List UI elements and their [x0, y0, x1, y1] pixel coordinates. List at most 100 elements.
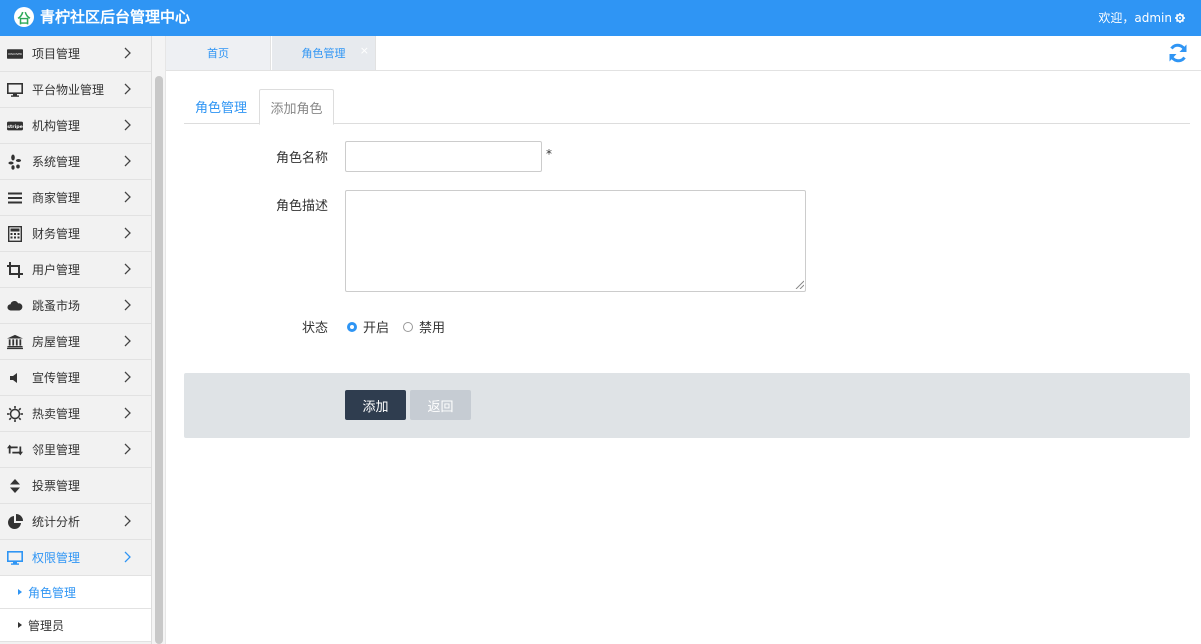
sidebar-item-statistics[interactable]: 统计分析 [0, 504, 151, 540]
sidebar-item-label: 宣传管理 [32, 371, 81, 385]
user-menu[interactable]: 欢迎，admin [1098, 10, 1185, 26]
chevron-right-icon [124, 299, 131, 311]
discover-card-icon: DISCOVER [7, 46, 23, 62]
sidebar-item-label: 统计分析 [32, 515, 81, 529]
status-disable-label[interactable]: 禁用 [419, 317, 445, 336]
app-title: 青柠社区后台管理中心 [40, 8, 191, 26]
close-icon[interactable]: × [360, 45, 369, 57]
sidebar-item-project[interactable]: DISCOVER 项目管理 [0, 36, 151, 72]
tab-home[interactable]: 首页 [166, 36, 271, 70]
logo: 㕣 [14, 7, 34, 27]
chevron-right-icon [124, 515, 131, 527]
sidebar-item-flea-market[interactable]: 跳蚤市场 [0, 288, 151, 324]
welcome-text: 欢迎，admin [1098, 11, 1172, 25]
sidebar-item-label: 用户管理 [32, 263, 81, 277]
sidebar-item-organization[interactable]: stripe 机构管理 [0, 108, 151, 144]
sidebar-item-label: 权限管理 [32, 551, 81, 565]
sidebar-item-system[interactable]: 系统管理 [0, 144, 151, 180]
volume-icon [7, 370, 23, 386]
svg-text:DISCOVER: DISCOVER [8, 52, 22, 56]
status-enable-label[interactable]: 开启 [363, 317, 389, 336]
resize-handle-icon[interactable] [794, 279, 804, 289]
sort-icon [7, 478, 23, 494]
sidebar-item-property[interactable]: 平台物业管理 [0, 72, 151, 108]
stripe-icon: stripe [7, 118, 23, 134]
chevron-right-icon [124, 551, 131, 563]
sidebar-subitem-administrators[interactable]: 管理员 [0, 609, 151, 642]
gear-icon[interactable] [1175, 13, 1185, 23]
chevron-right-icon [124, 227, 131, 239]
chevron-right-icon [124, 407, 131, 419]
chevron-right-icon [124, 119, 131, 131]
monitor-icon [7, 82, 23, 98]
sidebar-menu: DISCOVER 项目管理 平台物业管理 stripe 机构管理 系统管理 商家… [0, 36, 152, 644]
sidebar-subitem-role-management[interactable]: 角色管理 [0, 576, 151, 609]
sidebar-item-hot-sale[interactable]: 热卖管理 [0, 396, 151, 432]
sidebar-item-merchant[interactable]: 商家管理 [0, 180, 151, 216]
list-icon [7, 190, 23, 206]
sidebar-item-housing[interactable]: 房屋管理 [0, 324, 151, 360]
app-header: 㕣 青柠社区后台管理中心 欢迎，admin [0, 0, 1201, 36]
main-content: 角色管理 添加角色 角色名称 * 角色描述 状态 开启 禁用 添加 返回 [184, 72, 1190, 644]
caret-right-icon [18, 622, 22, 628]
calculator-icon [7, 225, 23, 242]
role-name-input[interactable] [345, 141, 542, 172]
sidebar-item-label: 跳蚤市场 [32, 299, 81, 313]
yelp-icon [7, 154, 23, 170]
chevron-right-icon [124, 443, 131, 455]
scrollbar-thumb[interactable] [155, 76, 163, 644]
chevron-right-icon [124, 47, 131, 59]
sidebar-item-label: 平台物业管理 [32, 83, 105, 97]
subtab-role-management[interactable]: 角色管理 [184, 89, 258, 124]
add-button[interactable]: 添加 [345, 390, 406, 420]
svg-text:stripe: stripe [7, 123, 23, 129]
tab-role-management[interactable]: 角色管理 × [272, 36, 376, 70]
sidebar-item-label: 项目管理 [32, 47, 81, 61]
sidebar-item-label: 热卖管理 [32, 407, 81, 421]
sidebar-scrollbar[interactable] [152, 36, 166, 644]
chevron-right-icon [124, 191, 131, 203]
cloud-icon [7, 298, 23, 314]
sidebar-item-label: 房屋管理 [32, 335, 81, 349]
status-radio-group: 开启 禁用 [347, 317, 459, 336]
chevron-right-icon [124, 155, 131, 167]
sidebar-item-label: 投票管理 [32, 479, 81, 493]
subtab-label: 添加角色 [270, 101, 323, 117]
sidebar-item-label: 邻里管理 [32, 443, 81, 457]
subtab-add-role[interactable]: 添加角色 [259, 89, 334, 125]
status-label: 状态 [301, 321, 328, 336]
sidebar-item-finance[interactable]: 财务管理 [0, 216, 151, 252]
role-name-label: 角色名称 [275, 151, 328, 166]
caret-right-icon [18, 589, 22, 595]
back-button[interactable]: 返回 [410, 390, 471, 420]
sidebar-subitem-label: 角色管理 [28, 585, 77, 600]
chevron-right-icon [124, 335, 131, 347]
sidebar-item-label: 机构管理 [32, 119, 81, 133]
page-tab-strip: 首页 角色管理 × [166, 36, 1201, 71]
tab-label: 角色管理 [301, 47, 346, 60]
chevron-right-icon [124, 83, 131, 95]
sidebar-item-promotion[interactable]: 宣传管理 [0, 360, 151, 396]
required-mark: * [546, 147, 552, 161]
sidebar-item-user[interactable]: 用户管理 [0, 252, 151, 288]
bank-icon [7, 334, 23, 350]
status-enable-radio[interactable] [347, 321, 357, 332]
subtab-label: 角色管理 [194, 101, 247, 116]
sidebar-item-neighborhood[interactable]: 邻里管理 [0, 432, 151, 468]
monitor-icon [7, 550, 23, 566]
sun-icon [7, 405, 23, 422]
sidebar-item-label: 系统管理 [32, 155, 81, 169]
role-description-textarea[interactable] [345, 190, 806, 292]
tab-label: 首页 [207, 47, 229, 60]
status-disable-radio[interactable] [403, 321, 414, 332]
role-description-label: 角色描述 [275, 199, 328, 214]
crop-icon [7, 261, 23, 278]
retweet-icon [7, 442, 23, 458]
content-tabs: 角色管理 添加角色 [184, 89, 1190, 125]
pie-chart-icon [7, 513, 23, 530]
sidebar-item-label: 商家管理 [32, 191, 81, 205]
refresh-icon[interactable] [1167, 42, 1189, 64]
sidebar-item-permission[interactable]: 权限管理 [0, 540, 151, 576]
sidebar-item-label: 财务管理 [32, 227, 81, 241]
sidebar-item-voting[interactable]: 投票管理 [0, 468, 151, 504]
